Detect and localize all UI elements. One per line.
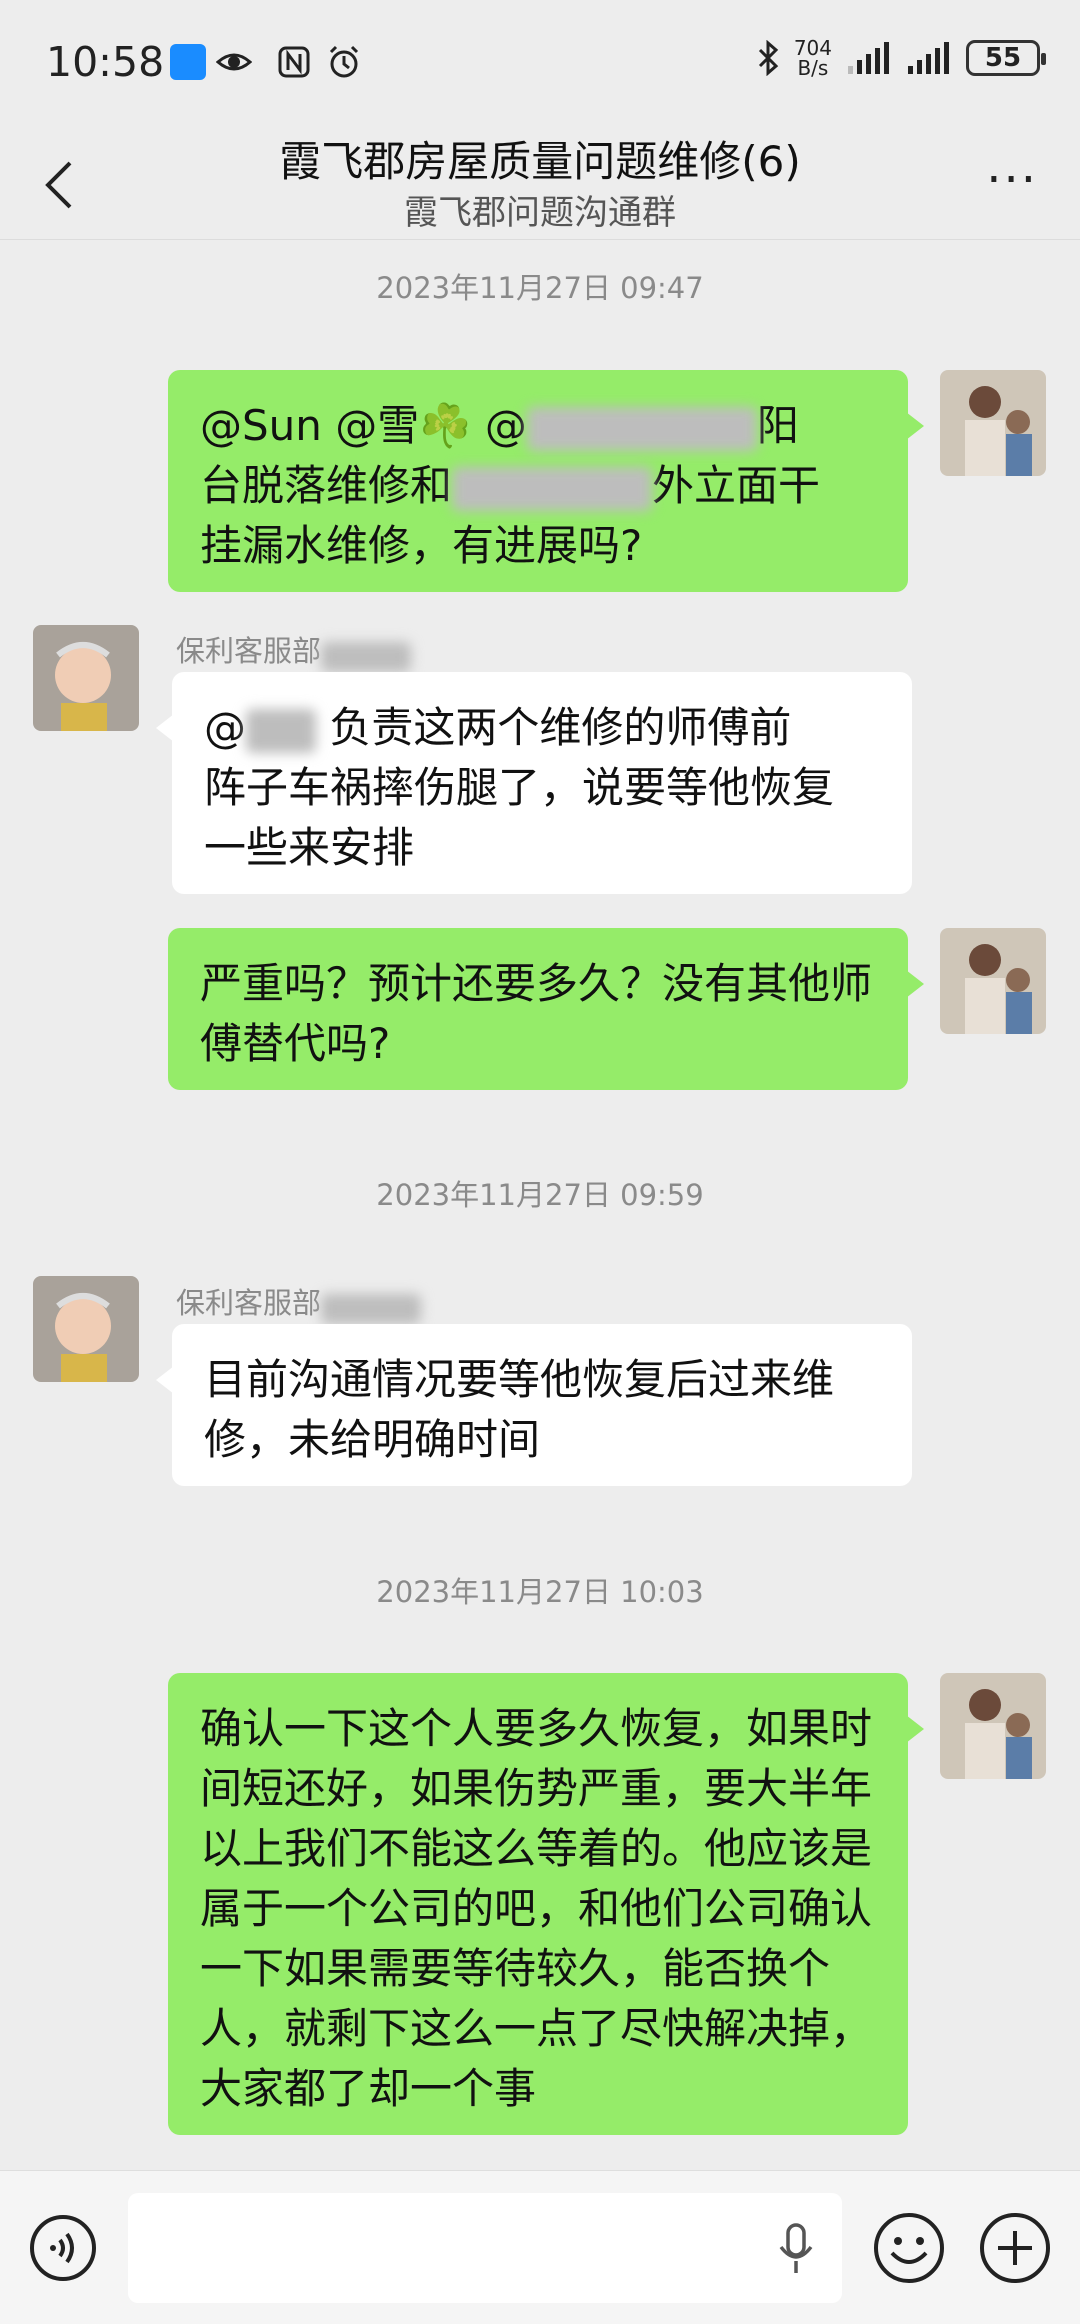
redacted-text (321, 1293, 422, 1324)
message-bubble-self[interactable]: 严重吗？预计还要多久？没有其他师傅替代吗? (168, 928, 924, 1090)
message-text: 目前沟通情况要等他恢复后过来维修，未给明确时间 (204, 1355, 835, 1464)
chat-header: 霞飞郡房屋质量问题维修(6) 霞飞郡问题沟通群 ··· (0, 115, 1080, 240)
message-text: 确认一下这个人要多久恢复，如果时间短还好，如果伤势严重，要大半年以上我们不能这么… (200, 1704, 873, 2113)
signal-1-icon (848, 42, 889, 74)
message-line: 一些来安排 (204, 823, 415, 872)
sender-name-row: 保利客服部 (176, 628, 412, 672)
signal-2-icon (908, 42, 949, 74)
status-time: 10:58 (46, 38, 165, 86)
message-bubble-other[interactable]: @ 负责这两个维修的师傅前 阵子车祸摔伤腿了，说要等他恢复 一些来安排 (156, 672, 912, 894)
plus-icon[interactable] (978, 2211, 1052, 2285)
message-line: 挂漏水维修，有进展吗? (200, 521, 643, 570)
message-timestamp: 2023年11月27日 09:47 (376, 271, 704, 305)
voice-icon[interactable] (28, 2213, 98, 2283)
app-notification-icon (170, 44, 206, 80)
input-bar (0, 2170, 1080, 2324)
message-bubble-self[interactable]: @Sun @雪☘️ @ 阳 台脱落维修和 外立面干 挂漏水维修，有进展吗? (168, 370, 924, 592)
chat-title: 霞飞郡房屋质量问题维修(6) (279, 137, 801, 186)
message-bubble-self[interactable]: 确认一下这个人要多久恢复，如果时间短还好，如果伤势严重，要大半年以上我们不能这么… (168, 1673, 924, 2135)
redacted-text (321, 641, 412, 672)
emoji-icon[interactable] (872, 2211, 946, 2285)
message-line: @Sun @雪☘️ @ 阳 (200, 401, 799, 451)
message-timestamp: 2023年11月27日 10:03 (376, 1575, 704, 1609)
nfc-icon (278, 46, 310, 78)
more-icon[interactable]: ··· (986, 156, 1038, 204)
contact-avatar[interactable] (33, 1276, 139, 1382)
alarm-icon (329, 45, 359, 78)
message-line: @ 负责这两个维修的师傅前 (204, 703, 792, 753)
redacted-text (452, 466, 653, 511)
message-timestamp: 2023年11月27日 09:59 (376, 1178, 704, 1212)
bluetooth-icon (758, 40, 779, 76)
message-text: 严重吗？预计还要多久？没有其他师傅替代吗? (200, 959, 873, 1068)
status-right-group: 704 B/s 55 (756, 38, 1046, 78)
message-input[interactable] (128, 2193, 842, 2303)
eye-icon (216, 53, 252, 71)
message-line: 台脱落维修和 外立面干 (200, 461, 821, 511)
message-bubble-other[interactable]: 目前沟通情况要等他恢复后过来维修，未给明确时间 (156, 1324, 912, 1486)
battery-level: 55 (984, 43, 1022, 73)
sender-name: 保利客服部 (176, 634, 322, 668)
net-speed-unit: B/s (797, 56, 829, 80)
redacted-text (246, 708, 316, 753)
message-line: 阵子车祸摔伤腿了，说要等他恢复 (204, 763, 835, 812)
status-bar: 10:58 704 B/s 55 (0, 0, 1080, 125)
chat-subtitle: 霞飞郡问题沟通群 (404, 193, 676, 233)
self-avatar[interactable] (940, 928, 1046, 1034)
battery-indicator: 55 (966, 40, 1046, 76)
sender-name: 保利客服部 (176, 1286, 322, 1320)
self-avatar[interactable] (940, 370, 1046, 476)
redacted-text (526, 406, 757, 451)
self-avatar[interactable] (940, 1673, 1046, 1779)
contact-avatar[interactable] (33, 625, 139, 731)
mic-icon[interactable] (776, 2221, 816, 2277)
net-speed: 704 B/s (794, 38, 832, 78)
sender-name-row: 保利客服部 (176, 1280, 422, 1324)
net-speed-value: 704 (793, 36, 832, 60)
